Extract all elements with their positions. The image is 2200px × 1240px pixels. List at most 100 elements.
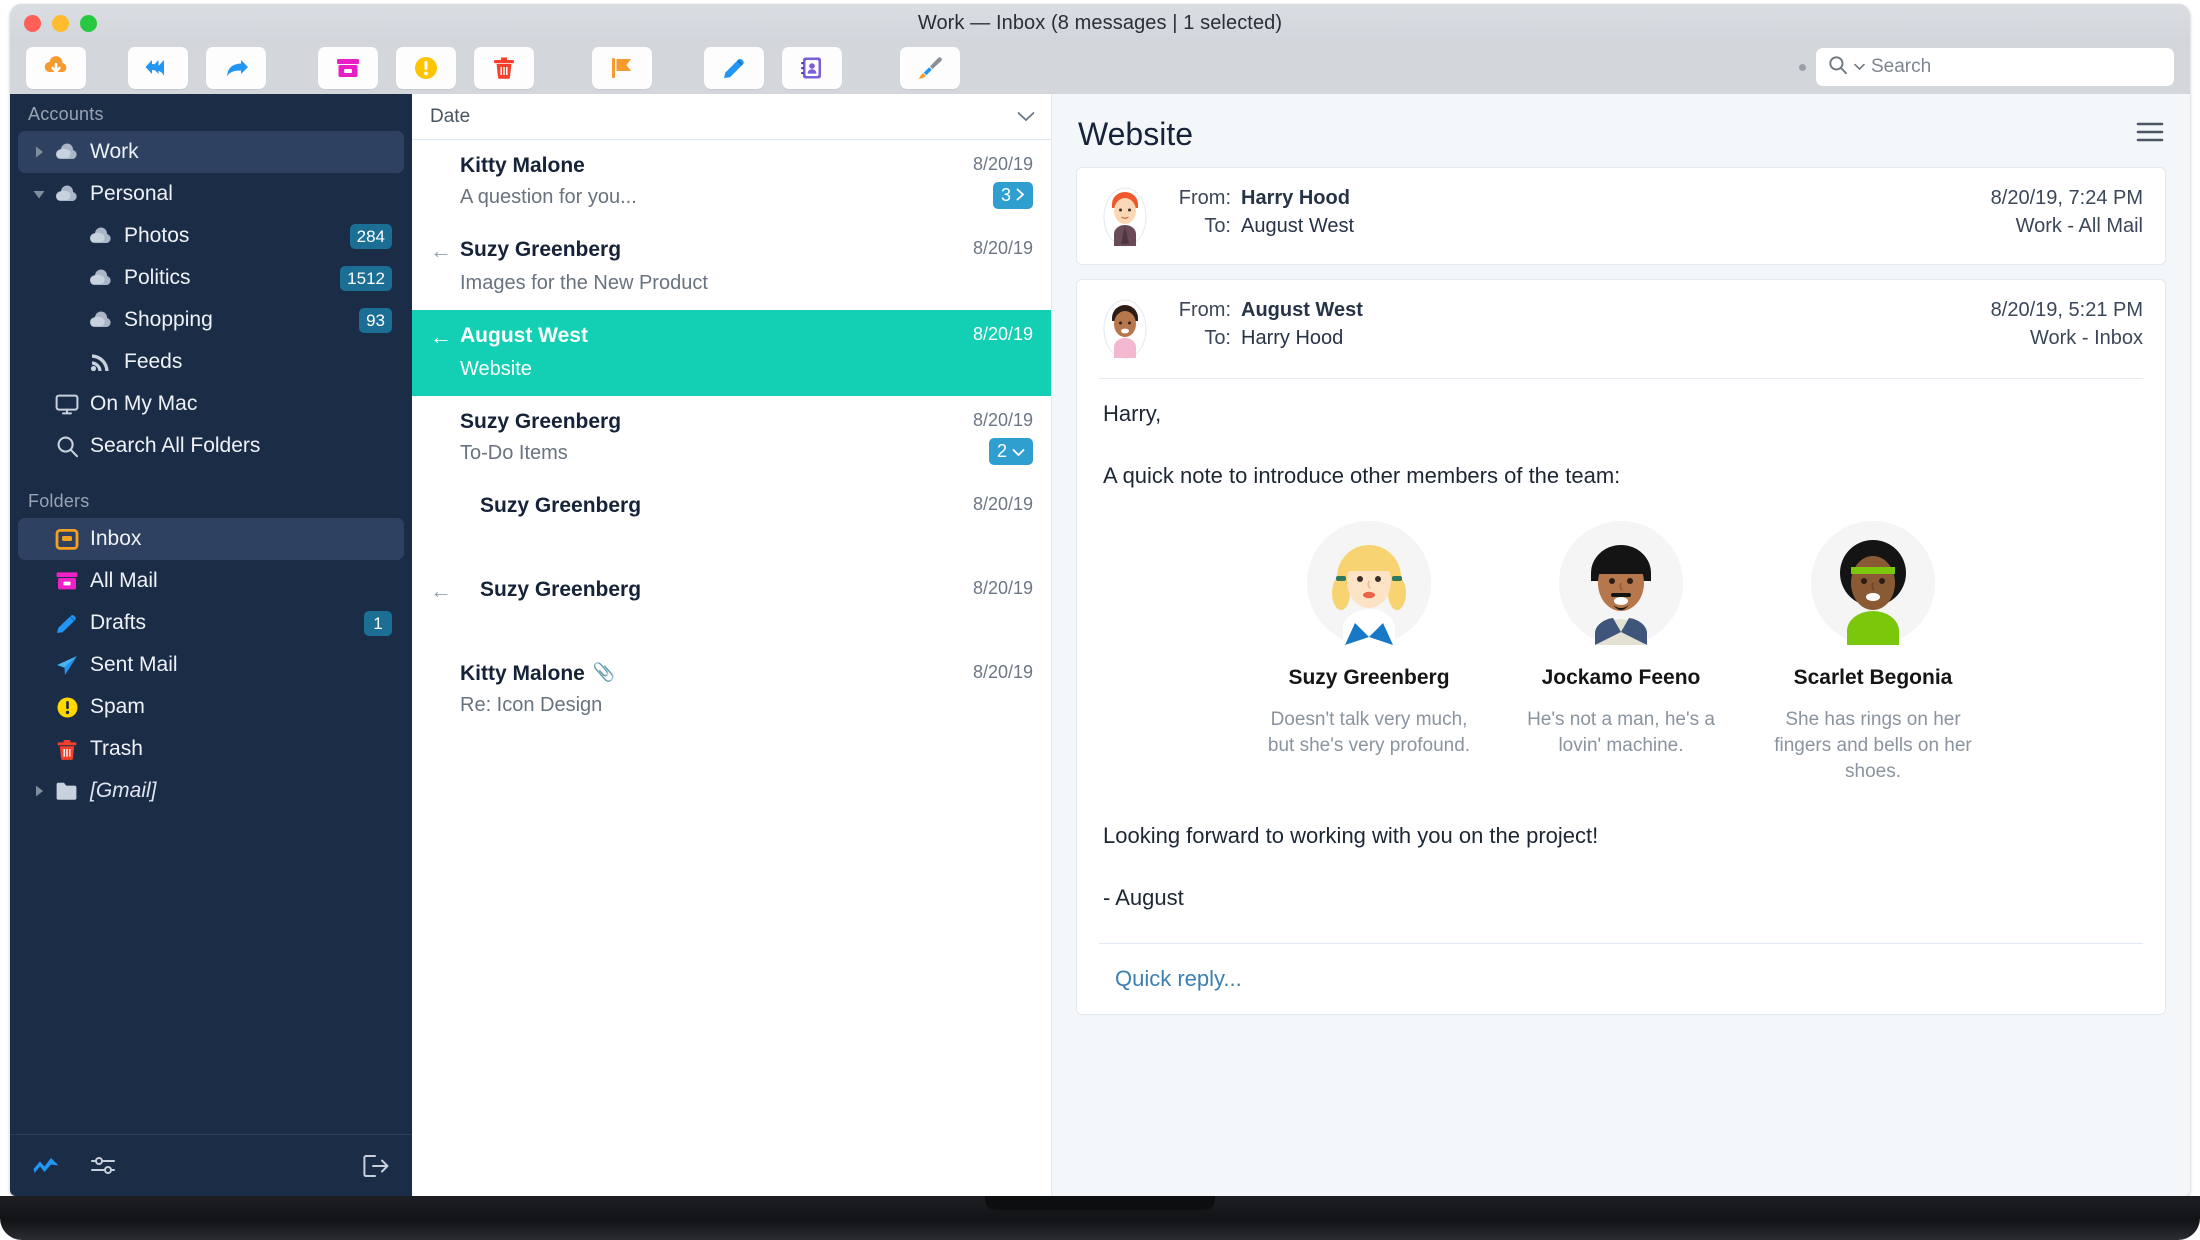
message-header-fields: From: Harry Hood To: August West [1169,184,1354,240]
unread-badge: 1512 [340,266,392,291]
thread-count-badge[interactable]: 3 [992,182,1033,209]
message-list-item[interactable]: Kitty Malone 8/20/19 A question for you.… [412,140,1051,224]
flag-button[interactable] [592,47,652,89]
titlebar: Work — Inbox (8 messages | 1 selected) [10,4,2190,42]
message-datetime: 8/20/19, 5:21 PM [1990,299,2143,321]
attachment-icon: 📎 [592,662,616,682]
twisty-collapsed-icon[interactable] [28,145,50,159]
reply-all-icon [143,56,173,80]
search-area: Search [1799,48,2174,86]
message-sender: Suzy Greenberg [460,410,622,433]
chevron-down-icon[interactable] [1017,106,1035,128]
message-datetime: 8/20/19, 7:24 PM [1990,187,2143,209]
sidebar-item-shopping[interactable]: Shopping 93 [18,299,404,341]
team-member: Scarlet Begonia She has rings on her fin… [1770,521,1976,785]
sidebar-item-label: Trash [90,737,143,760]
sidebar-item-photos[interactable]: Photos 284 [18,215,404,257]
message-sender: Kitty Malone [460,154,585,177]
sidebar-item-label: Work [90,140,139,163]
message-meta: 8/20/19, 7:24 PM Work - All Mail [1991,184,2143,240]
pencil-icon [50,612,84,635]
august-west-avatar [1099,298,1151,360]
sidebar-item-work[interactable]: Work [18,131,404,173]
flag-icon [609,56,635,80]
chevron-down-icon[interactable] [1854,58,1865,76]
paint-brush-icon [916,55,944,81]
settings-sliders-icon[interactable] [90,1155,118,1177]
sidebar-item-label: Search All Folders [90,434,261,457]
get-mail-button[interactable] [26,47,86,89]
message-subject: Images for the New Product [460,272,708,294]
folder-item-drafts[interactable]: Drafts 1 [18,602,404,644]
sidebar-item-personal[interactable]: Personal [18,173,404,215]
from-value: August West [1241,299,1363,321]
cloud-icon [84,225,118,247]
sidebar-item-politics[interactable]: Politics 1512 [18,257,404,299]
main-panes: Accounts Work Personal Photos 284 Politi… [10,94,2190,1196]
junk-button[interactable] [396,47,456,89]
sidebar-item-label: Spam [90,695,145,718]
message-list-item[interactable]: Suzy Greenberg 8/20/19 To-Do Items 2 [412,396,1051,480]
message-list-item[interactable]: Kitty Malone 📎 8/20/19 Re: Icon Design [412,648,1051,732]
folder-item-sent-mail[interactable]: Sent Mail [18,644,404,686]
delete-button[interactable] [474,47,534,89]
sidebar-item-label: Politics [124,266,191,289]
message-mailbox: Work - Inbox [2030,327,2143,349]
message-sender: Suzy Greenberg [460,238,622,261]
sidebar-item-label: Sent Mail [90,653,178,676]
message-card-expanded[interactable]: From: August West To: Harry Hood 8/20/19, … [1076,279,2166,1015]
message-sender: August West [460,324,588,347]
folder-icon [50,780,84,802]
warning-circle-icon [413,55,439,81]
activity-icon[interactable] [32,1156,60,1176]
hamburger-menu-icon[interactable] [2136,121,2164,148]
header-divider [1099,378,2143,379]
message-card-collapsed[interactable]: From: Harry Hood To: August West 8/20/19, … [1076,167,2166,265]
search-input[interactable]: Search [1816,48,2174,86]
sidebar-item-feeds[interactable]: Feeds [18,341,404,383]
thread-count-badge[interactable]: 2 [988,438,1033,465]
contacts-button[interactable] [782,47,842,89]
from-label: From: [1178,299,1231,321]
archive-button[interactable] [318,47,378,89]
message-list-item[interactable]: ← Suzy Greenberg 8/20/19 Images for the … [412,224,1051,310]
body-signature: - August [1103,885,1184,910]
reply-all-button[interactable] [128,47,188,89]
folder-item-trash[interactable]: Trash [18,728,404,770]
twisty-expanded-icon[interactable] [28,188,50,201]
team-member: Suzy Greenberg Doesn't talk very much, b… [1266,521,1472,785]
scarlet-begonia-avatar [1811,521,1935,645]
laptop-bezel [0,1196,2200,1240]
message-list-header[interactable]: Date [412,94,1051,140]
folder-item-inbox[interactable]: Inbox [18,518,404,560]
message-list-item[interactable]: Suzy Greenberg 8/20/19 [412,480,1051,564]
logout-icon[interactable] [362,1154,390,1178]
sidebar-footer [10,1134,412,1196]
sidebar-item-on-my-mac[interactable]: On My Mac [18,383,404,425]
message-list-item[interactable]: ← August West 8/20/19 Website [412,310,1051,396]
warning-circle-icon [50,696,84,719]
sidebar-item-label: Drafts [90,611,147,634]
message-list-item[interactable]: ← Suzy Greenberg 8/20/19 [412,564,1051,648]
message-sender: Suzy Greenberg [480,578,642,601]
message-sender: Kitty Malone [460,662,585,685]
cleanup-button[interactable] [900,47,960,89]
team-member-name: Scarlet Begonia [1793,666,1953,689]
team-members: Suzy Greenberg Doesn't talk very much, b… [1103,521,2139,785]
team-member-desc: She has rings on her fingers and bells o… [1774,709,1972,782]
chevron-down-icon [1012,441,1025,462]
twisty-collapsed-icon[interactable] [28,784,50,798]
search-icon [1828,55,1848,80]
compose-button[interactable] [704,47,764,89]
forward-button[interactable] [206,47,266,89]
quick-reply-input[interactable]: Quick reply... [1099,943,2143,998]
archive-icon [50,570,84,592]
folder-item-gmail[interactable]: [Gmail] [18,770,404,812]
accounts-list: Work Personal Photos 284 Politics 1512 S… [10,131,412,467]
app-window: Work — Inbox (8 messages | 1 selected) S… [10,4,2190,1196]
folder-item-all-mail[interactable]: All Mail [18,560,404,602]
sidebar-item-search-all-folders[interactable]: Search All Folders [18,425,404,467]
folder-item-spam[interactable]: Spam [18,686,404,728]
sidebar-item-label: [Gmail] [90,779,157,802]
thread-count: 2 [996,441,1007,461]
